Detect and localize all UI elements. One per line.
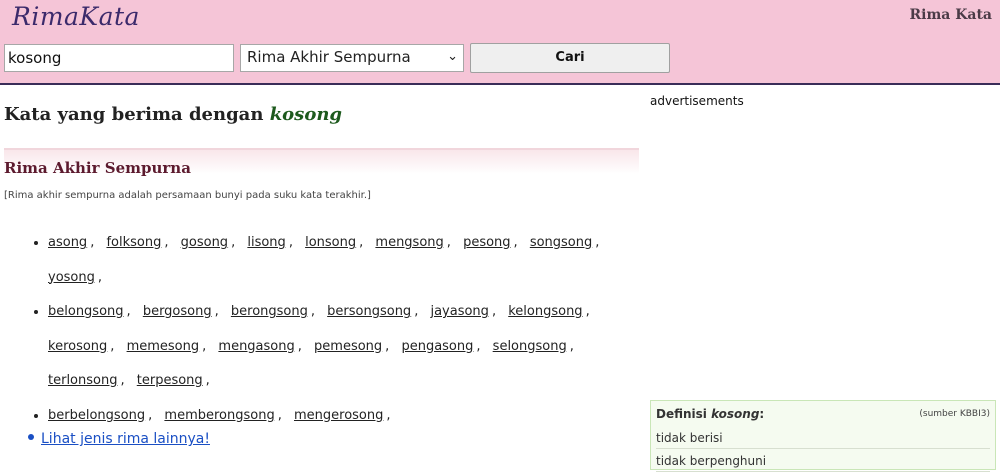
definition-line: tidak berisi (656, 431, 990, 449)
comma-separator: , (310, 304, 316, 319)
comma-separator: , (297, 338, 302, 354)
chevron-down-icon: ⌄ (447, 49, 458, 64)
rhyme-type-select[interactable]: Rima Akhir Sempurna ⌄ (240, 44, 464, 72)
rhyme-word-link[interactable]: pemesong (314, 339, 382, 354)
rhyme-word-link[interactable]: jayasong (430, 304, 488, 319)
section-description: [Rima akhir sempurna adalah persamaan bu… (4, 190, 371, 201)
advertisements-label: advertisements (650, 94, 744, 108)
rhyme-word-link[interactable]: kelongsong (508, 304, 582, 319)
rhyme-word-link[interactable]: pesong (463, 235, 510, 250)
site-header: RimaKata Rima Kata Rima Akhir Sempurna ⌄… (0, 0, 1000, 85)
section-header: Rima Akhir Sempurna (4, 148, 639, 190)
comma-separator: , (277, 407, 282, 423)
comma-separator: , (359, 235, 364, 250)
rhyme-list: asong, folksong, gosong, lisong, lonsong… (24, 226, 648, 433)
definition-label: Definisi (656, 407, 707, 421)
comma-separator: , (569, 338, 574, 354)
comma-separator: , (513, 235, 518, 250)
rhyme-word-link[interactable]: asong (48, 235, 87, 250)
comma-separator: , (148, 407, 153, 423)
comma-separator: , (164, 235, 169, 250)
rhyme-word-link[interactable]: memberongsong (164, 408, 274, 423)
rhyme-group: asong, folksong, gosong, lisong, lonsong… (48, 226, 648, 295)
rhyme-word-link[interactable]: songsong (530, 235, 592, 250)
comma-separator: , (288, 235, 293, 250)
more-rhymes-link[interactable]: Lihat jenis rima lainnya! (28, 431, 210, 447)
rhyme-word-link[interactable]: terpesong (137, 373, 203, 388)
comma-separator: , (120, 373, 125, 388)
definition-box: Definisi kosong: (sumber KBBI3) tidak be… (650, 400, 996, 472)
comma-separator: , (231, 235, 236, 250)
rhyme-type-selected: Rima Akhir Sempurna (247, 48, 411, 66)
rhyme-word-link[interactable]: lonsong (305, 235, 356, 250)
search-input[interactable] (4, 44, 234, 72)
rhyme-word-link[interactable]: pengasong (401, 339, 473, 354)
definition-colon: : (759, 407, 765, 421)
comma-separator: , (491, 304, 497, 319)
rhyme-word-link[interactable]: mengerosong (294, 408, 383, 423)
comma-separator: , (476, 338, 481, 354)
rhyme-word-link[interactable]: terlonsong (48, 373, 117, 388)
comma-separator: , (414, 304, 419, 319)
rhyme-word-link[interactable]: mengasong (218, 339, 294, 354)
comma-separator: , (585, 304, 590, 319)
rhyme-group: belongsong, bergosong, berongsong, berso… (48, 295, 648, 399)
page-title-prefix: Kata yang berima dengan (4, 104, 264, 125)
comma-separator: , (446, 235, 451, 250)
rhyme-word-link[interactable]: gosong (181, 235, 228, 250)
site-name-link[interactable]: Rima Kata (910, 7, 993, 23)
site-logo[interactable]: RimaKata (12, 2, 140, 31)
comma-separator: , (110, 338, 115, 354)
page-title-word: kosong (269, 104, 342, 125)
comma-separator: , (386, 407, 391, 423)
comma-separator: , (205, 373, 210, 388)
comma-separator: , (385, 338, 390, 354)
rhyme-word-link[interactable]: belongsong (48, 304, 124, 319)
rhyme-word-link[interactable]: mengsong (375, 235, 443, 250)
rhyme-word-link[interactable]: bergosong (143, 304, 212, 319)
rhyme-word-link[interactable]: selongsong (493, 339, 567, 354)
comma-separator: , (97, 269, 103, 285)
comma-separator: , (90, 235, 95, 250)
comma-separator: , (202, 338, 207, 354)
page-title: Kata yang berima dengan kosong (4, 104, 342, 125)
more-rhymes-label[interactable]: Lihat jenis rima lainnya! (41, 431, 210, 447)
rhyme-word-link[interactable]: lisong (247, 235, 285, 250)
definition-word: kosong (711, 407, 760, 421)
section-title: Rima Akhir Sempurna (4, 159, 191, 177)
comma-separator: , (595, 235, 600, 250)
rhyme-word-link[interactable]: folksong (106, 235, 161, 250)
rhyme-group: berbelongsong, memberongsong, mengeroson… (48, 399, 648, 434)
definition-line: tidak berpenghuni (656, 454, 990, 472)
rhyme-word-link[interactable]: kerosong (48, 339, 107, 354)
rhyme-word-link[interactable]: memesong (127, 339, 200, 354)
comma-separator: , (126, 304, 131, 319)
search-button[interactable]: Cari (470, 43, 670, 73)
rhyme-word-link[interactable]: bersongsong (327, 304, 411, 319)
rhyme-word-link[interactable]: berongsong (231, 304, 308, 319)
definition-source: (sumber KBBI3) (919, 409, 990, 419)
rhyme-word-link[interactable]: yosong (48, 270, 95, 285)
comma-separator: , (214, 304, 219, 319)
bullet-icon (28, 434, 34, 440)
definition-header: Definisi kosong: (656, 407, 764, 421)
rhyme-word-link[interactable]: berbelongsong (48, 408, 145, 423)
